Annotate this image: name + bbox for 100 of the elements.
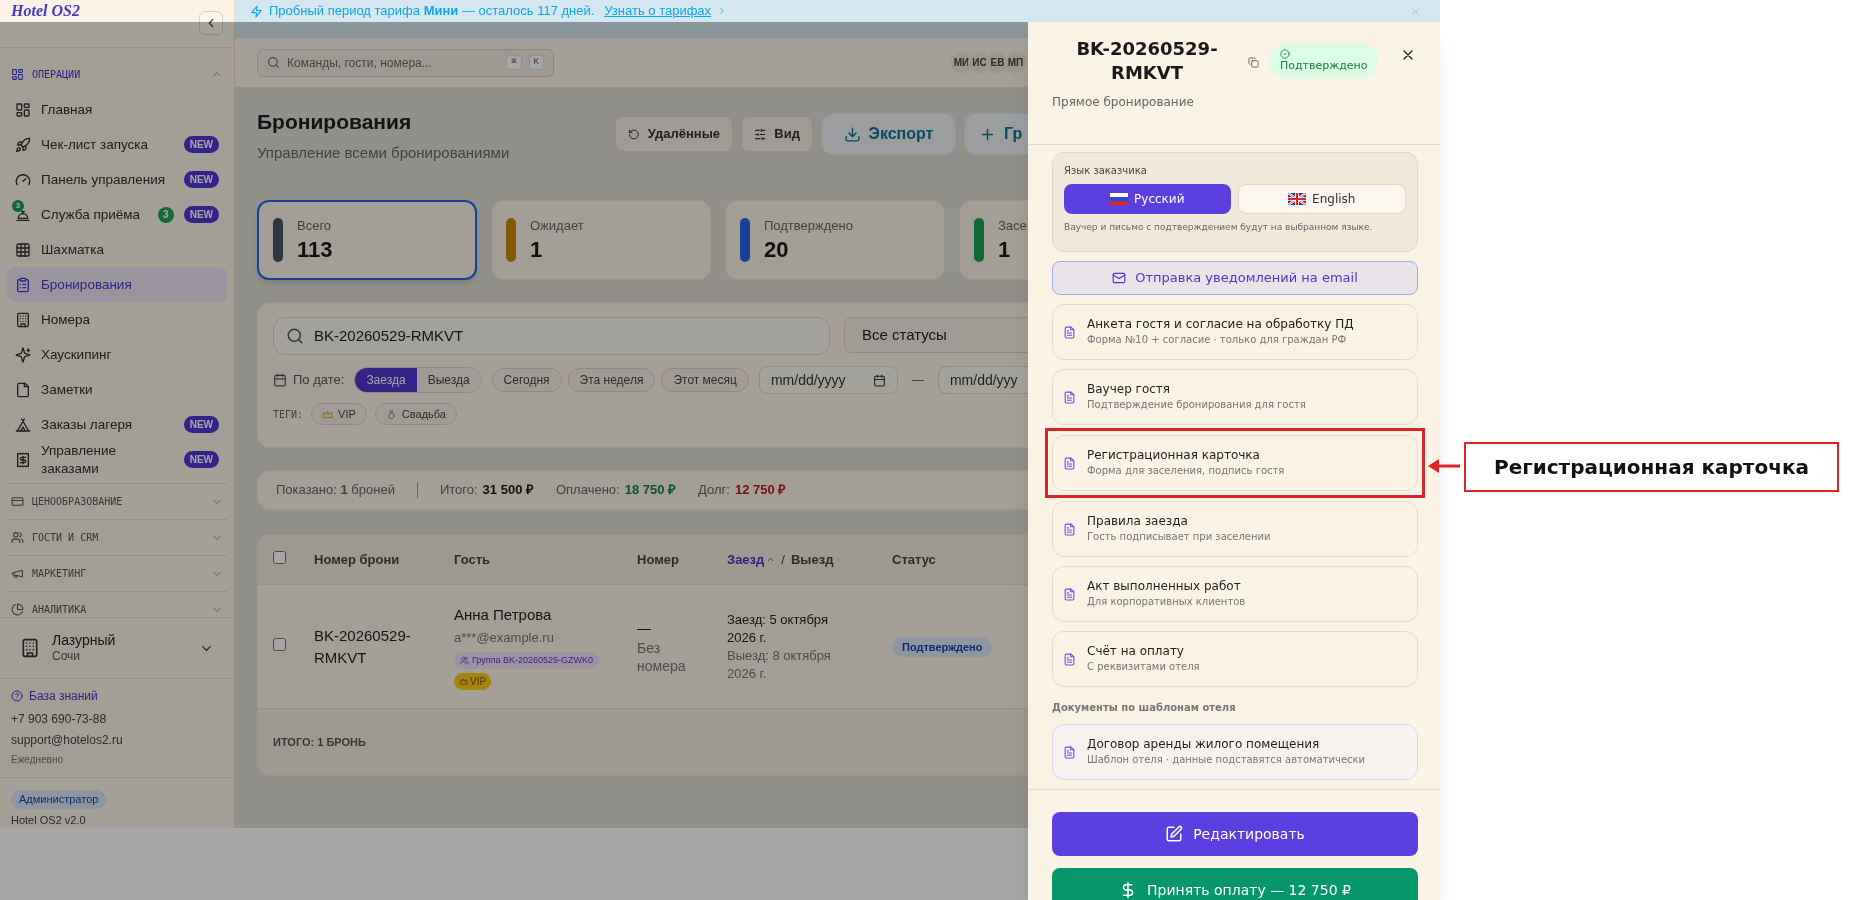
copy-button[interactable] — [1248, 57, 1259, 68]
document-icon — [1063, 390, 1076, 404]
room-note: Без номера — [637, 639, 687, 675]
nav-item[interactable]: Чек-лист запуска NEW — [7, 127, 227, 162]
new-badge: NEW — [183, 451, 219, 468]
document-title: Акт выполненных работ — [1087, 578, 1242, 594]
stat-card[interactable]: Ожидает 1 — [491, 200, 711, 280]
stat-card[interactable]: Засе 1 — [959, 200, 1028, 280]
language-option[interactable]: Русский — [1064, 184, 1231, 214]
nav-item[interactable]: Заказы лагеря NEW — [7, 407, 227, 442]
document-icon — [1063, 522, 1076, 536]
document-icon — [1063, 456, 1076, 470]
date-from-field[interactable]: mm/dd/yyyy — [758, 366, 898, 394]
toolbar-button[interactable]: Гр — [964, 113, 1028, 155]
drawer-action-button[interactable]: Принять оплату — 12 750 ₽ — [1052, 868, 1418, 900]
nav-item[interactable]: Управление заказами NEW — [7, 442, 227, 477]
stat-label: Ожидает — [530, 217, 584, 236]
booking-source: Прямое бронирование — [1052, 94, 1195, 111]
row-checkbox[interactable] — [273, 550, 286, 564]
page-title: Бронирования — [257, 109, 413, 135]
document-card[interactable]: Регистрационная карточка Форма для заселения, подпись гостя — [1052, 435, 1418, 491]
pie-chart-icon — [11, 603, 24, 616]
total-value: 12 750 ₽ — [734, 481, 787, 500]
quick-range-chip[interactable]: Сегодня — [491, 368, 562, 392]
command-search-field[interactable]: Команды, гости, номера... ⌘ K — [257, 48, 554, 77]
stat-value: 20 — [764, 235, 790, 264]
quick-range-chip[interactable]: Эта неделя — [567, 368, 656, 392]
booking-search-field[interactable]: BK-20260529-RMKVT — [273, 317, 830, 355]
toolbar-button[interactable]: Экспорт — [821, 113, 956, 155]
user-avatar[interactable]: МИ — [950, 51, 973, 74]
trial-message: Пробный период тарифа Мини — осталось 117 дней. — [269, 2, 595, 21]
document-card[interactable]: Ваучер гостя Подтверждение бронирования для гостя — [1052, 369, 1418, 425]
language-note: Ваучер и письмо с подтверждением будут на выбранном языке. — [1064, 221, 1374, 234]
stat-indicator — [506, 218, 516, 262]
nav-item[interactable]: Панель управления NEW — [7, 162, 227, 197]
tag-chip[interactable]: VIP — [311, 403, 367, 425]
nav-item[interactable]: 3 Служба приёма 3 NEW — [7, 197, 227, 232]
guest-name: Анна Петрова — [454, 604, 552, 625]
hotel-switcher[interactable]: Лазурный Сочи — [0, 617, 234, 679]
toolbar-button[interactable]: Удалённые — [615, 116, 733, 152]
group-badge: Группа BK-20260529-GZWK0 — [454, 651, 600, 669]
nav-item[interactable]: Шахматка — [7, 232, 227, 267]
drawer-action-button[interactable]: Редактировать — [1052, 812, 1418, 856]
section-header[interactable]: ЦЕНООБРАЗОВАНИЕ — [7, 483, 227, 519]
date-mode-tab[interactable]: Заезда — [355, 368, 417, 392]
new-badge: NEW — [183, 171, 219, 188]
document-card[interactable]: Акт выполненных работ Для корпоративных клиентов — [1052, 566, 1418, 622]
email-notifications-button[interactable]: Отправка уведомлений на email — [1052, 261, 1418, 295]
column-header[interactable]: Заезд — [727, 549, 776, 570]
stat-indicator — [273, 218, 283, 262]
search-icon — [286, 327, 304, 345]
table-total: ИТОГО: 1 БРОНЬ — [273, 734, 366, 750]
section-header[interactable]: ОПЕРАЦИИ — [7, 56, 227, 92]
users-icon — [11, 531, 24, 544]
room-number: — — [637, 619, 652, 638]
date-separator: — — [911, 372, 924, 389]
column-separator: / — [781, 550, 785, 569]
clipboard-icon — [15, 276, 31, 293]
column-header: Гость — [454, 550, 492, 569]
stat-card[interactable]: Подтверждено 20 — [725, 200, 945, 280]
stat-card[interactable]: Всего 113 — [257, 200, 477, 280]
language-label: Язык заказчика — [1064, 164, 1148, 178]
document-title: Регистрационная карточка — [1087, 447, 1261, 463]
status-badge: Подтверждено — [892, 637, 993, 657]
row-checkbox[interactable] — [273, 638, 286, 651]
page-subtitle: Управление всеми бронированиями — [257, 142, 511, 163]
nav-item[interactable]: Бронирования — [7, 267, 227, 302]
stat-label: Всего — [297, 217, 333, 236]
document-card[interactable]: Правила заезда Гость подписывает при заселении — [1052, 501, 1418, 557]
tag-chip[interactable]: Свадьба — [374, 403, 457, 425]
user-avatar[interactable]: МП — [1004, 51, 1027, 74]
calendar-icon — [872, 373, 886, 387]
stat-indicator — [974, 218, 984, 262]
collapse-button[interactable] — [199, 11, 223, 35]
toolbar-button[interactable]: Вид — [741, 116, 813, 152]
column-header[interactable]: Выезд — [790, 549, 845, 570]
support-hours: Ежедневно — [11, 753, 65, 767]
document-card[interactable]: Счёт на оплату С реквизитами отеля — [1052, 631, 1418, 687]
document-card[interactable]: Договор аренды жилого помещения Шаблон отеля · данные подставятся автоматически — [1052, 724, 1418, 780]
status-badge: Подтверждено — [1269, 44, 1379, 78]
nav-item[interactable]: Номера — [7, 302, 227, 337]
section-header[interactable]: АНАЛИТИКА — [7, 591, 227, 617]
total-value: 31 500 ₽ — [482, 481, 534, 500]
sparkles-icon — [15, 346, 31, 363]
document-title: Счёт на оплату — [1087, 643, 1185, 659]
language-option[interactable]: English — [1237, 184, 1406, 214]
check-in-date: Заезд: 5 октября 2026 г. — [727, 610, 829, 647]
document-card[interactable]: Анкета гостя и согласие на обработку ПД Форма №10 + согласие · только для граждан РФ — [1052, 304, 1418, 360]
tent-icon — [15, 416, 31, 433]
help-link[interactable]: База знаний — [11, 687, 223, 705]
section-header[interactable]: ГОСТИ И CRM — [7, 519, 227, 555]
quick-range-chip[interactable]: Этот месяц — [661, 368, 749, 392]
date-to-field[interactable]: mm/dd/yyy — [937, 366, 1028, 394]
stat-value: 1 — [998, 235, 1012, 264]
nav-item[interactable]: Главная — [7, 92, 227, 127]
nav-item[interactable]: Заметки — [7, 372, 227, 407]
nav-item[interactable]: Хаускипинг — [7, 337, 227, 372]
status-select[interactable]: Все статусы — [844, 317, 1028, 353]
document-description: Для корпоративных клиентов — [1087, 595, 1246, 609]
section-header[interactable]: МАРКЕТИНГ — [7, 555, 227, 591]
